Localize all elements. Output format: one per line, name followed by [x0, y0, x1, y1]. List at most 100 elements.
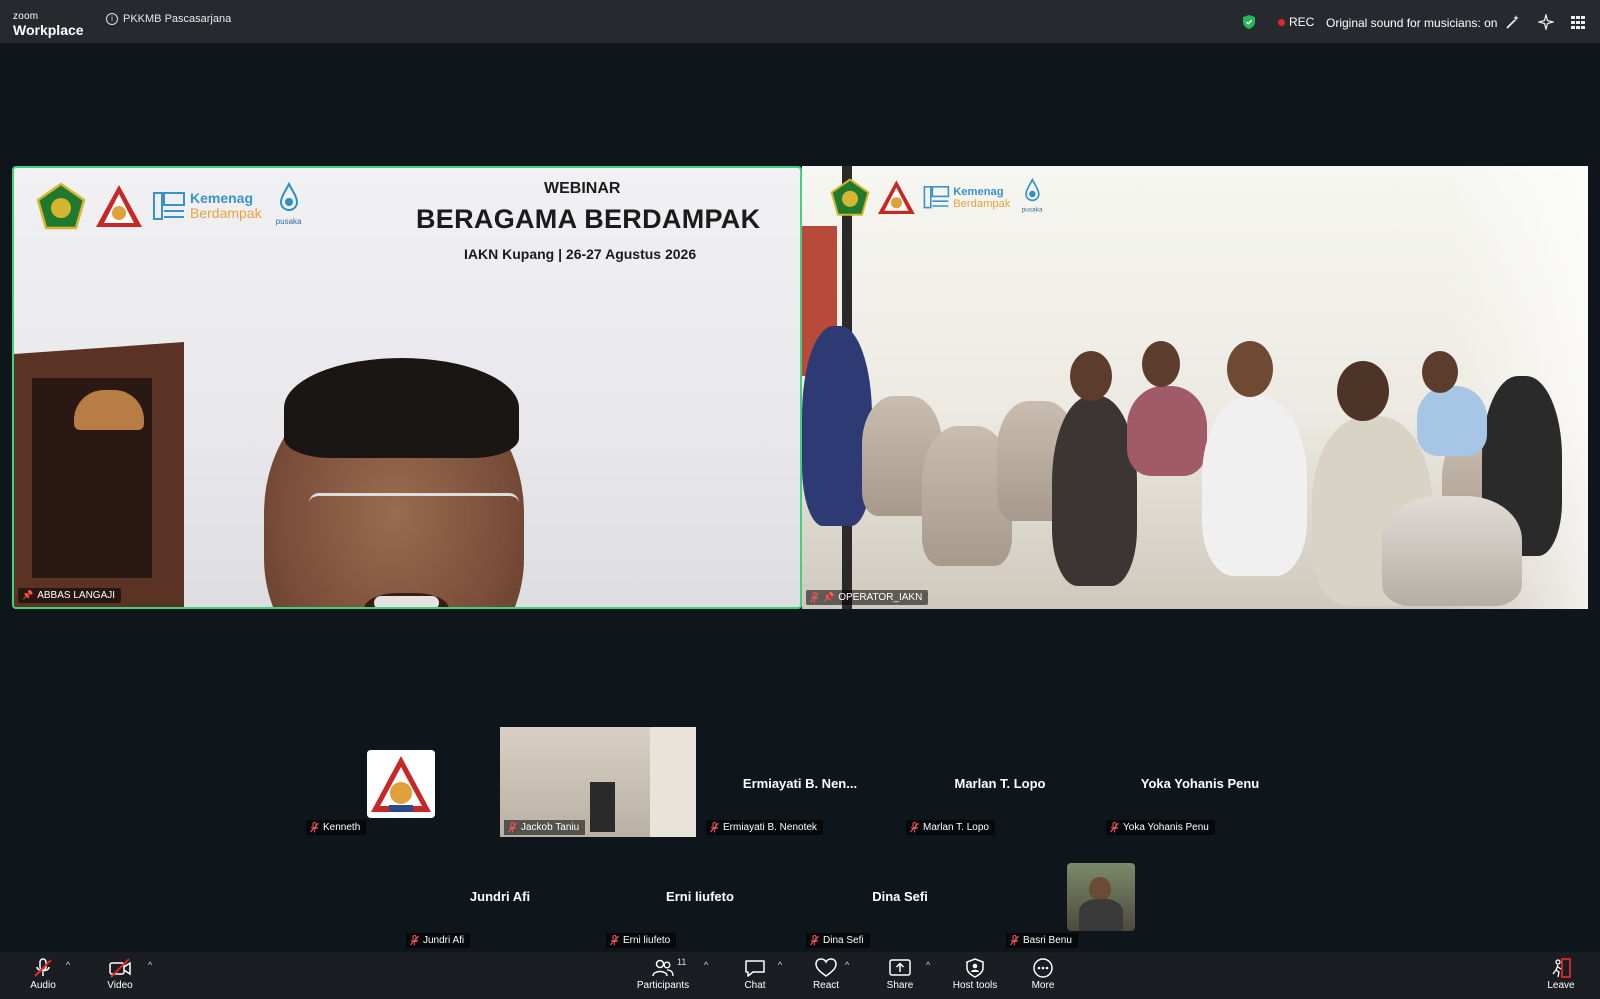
participant-name: Ermiayati B. Nenotek: [723, 822, 817, 833]
participant-tile[interactable]: Kenneth: [302, 727, 498, 837]
participant-name-label: Basri Benu: [1006, 933, 1078, 948]
video-object: [590, 782, 615, 832]
audience-head: [1422, 351, 1458, 393]
info-icon: i: [106, 13, 118, 25]
host-tools-label: Host tools: [952, 980, 998, 991]
leave-exit-icon: [1552, 958, 1571, 978]
microphone-muted-icon: [34, 958, 52, 977]
room-name: OPERATOR_IAKN: [838, 592, 923, 603]
original-sound-status[interactable]: Original sound for musicians: on: [1326, 16, 1497, 30]
participant-tile[interactable]: Jundri Afi Jundri Afi: [402, 840, 598, 950]
pusaka-text: pusaka: [275, 217, 302, 226]
banner-webinar: WEBINAR: [544, 180, 621, 197]
participant-name-label: Ermiayati B. Nenotek: [706, 820, 823, 835]
berdampak-text: Berdampak: [953, 196, 1011, 210]
rec-label: REC: [1289, 15, 1315, 29]
mic-muted-icon: [508, 822, 517, 833]
video-object: [650, 727, 696, 837]
speaker-hair: [284, 358, 519, 458]
room-virtual-logos: Kemenag Berdampak pusaka: [830, 177, 1047, 216]
encryption-shield-icon[interactable]: [1243, 15, 1255, 29]
video-options-caret-icon[interactable]: ^: [148, 960, 152, 970]
audience-head: [1227, 341, 1273, 397]
leave-label: Leave: [1547, 980, 1575, 991]
video-tile-speaker[interactable]: Kemenag Berdampak pusaka WEBINAR BERAGAM…: [12, 166, 802, 609]
mic-muted-icon: [610, 935, 619, 946]
top-bar: zoom Workplace i PKKMB Pascasarjana REC …: [0, 0, 1600, 43]
speaker-teeth: [374, 596, 439, 607]
participant-tile[interactable]: Ermiayati B. Nen... Ermiayati B. Nenotek: [702, 727, 898, 837]
host-tools-shield-icon: [966, 958, 984, 978]
participant-name: Kenneth: [323, 822, 361, 833]
share-button[interactable]: Share: [865, 958, 935, 991]
pusaka-text: pusaka: [1021, 206, 1043, 214]
participant-tile[interactable]: Jackob Taniu: [500, 727, 696, 837]
participants-icon: [652, 959, 674, 977]
zoom-meeting-window: zoom Workplace i PKKMB Pascasarjana REC …: [0, 0, 1600, 999]
room-name-label: 📌 OPERATOR_IAKN: [806, 590, 929, 605]
video-tile-room[interactable]: Kemenag Berdampak pusaka 📌 OPERATOR_IAKN: [802, 166, 1588, 609]
react-button[interactable]: React: [791, 958, 861, 991]
ai-companion-icon[interactable]: [1538, 14, 1554, 30]
audience-head: [1070, 351, 1112, 401]
pin-icon: 📌: [22, 590, 34, 600]
participant-name-label: Jundri Afi: [406, 933, 471, 948]
react-options-caret-icon[interactable]: ^: [845, 960, 849, 970]
more-button[interactable]: More: [1008, 958, 1078, 991]
mic-muted-icon: [1010, 935, 1019, 946]
chat-label: Chat: [744, 980, 766, 991]
more-label: More: [1031, 980, 1055, 991]
audience-person: [1052, 396, 1137, 586]
view-grid-icon[interactable]: [1570, 14, 1586, 30]
magic-wand-icon[interactable]: [1505, 14, 1521, 30]
speaker-glasses: [309, 493, 519, 543]
participant-tile[interactable]: Basri Benu: [1002, 840, 1198, 950]
brand-small: zoom: [13, 11, 39, 22]
pin-icon: 📌: [823, 592, 835, 602]
audience-head: [1337, 361, 1389, 421]
kemenag-logo-icon: [36, 182, 86, 230]
heart-icon: [815, 958, 837, 977]
kemenag-text: Kemenag: [190, 190, 254, 207]
video-button[interactable]: Video: [85, 958, 155, 991]
participant-tile[interactable]: Erni liufeto Erni liufeto: [602, 840, 798, 950]
meeting-title: PKKMB Pascasarjana: [123, 13, 232, 25]
participant-name: Jundri Afi: [423, 935, 465, 946]
host-tools-button[interactable]: Host tools: [940, 958, 1010, 991]
share-options-caret-icon[interactable]: ^: [926, 960, 930, 970]
participants-options-caret-icon[interactable]: ^: [704, 960, 708, 970]
recording-indicator[interactable]: REC: [1278, 15, 1314, 29]
video-label: Video: [107, 980, 133, 991]
audience-person: [1127, 386, 1207, 476]
audience-head: [1142, 341, 1180, 387]
share-screen-icon: [889, 959, 911, 976]
rec-dot-icon: [1278, 18, 1285, 26]
participant-tile[interactable]: Marlan T. Lopo Marlan T. Lopo: [902, 727, 1098, 837]
audio-options-caret-icon[interactable]: ^: [66, 960, 70, 970]
mic-muted-icon: [1110, 822, 1119, 833]
participant-tile[interactable]: Dina Sefi Dina Sefi: [802, 840, 998, 950]
leave-button[interactable]: Leave: [1526, 958, 1596, 991]
participant-display-name: Ermiayati B. Nen...: [742, 776, 858, 791]
virtual-background-logos: Kemenag Berdampak pusaka: [36, 181, 308, 230]
avatar: [1067, 863, 1135, 931]
participant-name-label: Yoka Yohanis Penu: [1106, 820, 1215, 835]
mic-muted-icon: [310, 822, 319, 833]
participant-name-label: Marlan T. Lopo: [906, 820, 995, 835]
participants-button[interactable]: Participants: [628, 958, 698, 991]
chat-options-caret-icon[interactable]: ^: [778, 960, 782, 970]
meeting-info-button[interactable]: i PKKMB Pascasarjana: [106, 13, 231, 25]
video-camera-off-icon: [109, 958, 131, 978]
audience-person: [1417, 386, 1487, 456]
pusaka-drop-icon: [1024, 177, 1040, 202]
berdampak-mark-icon: [923, 186, 950, 209]
iakn-triangle-logo-icon: [96, 185, 142, 227]
participant-tile[interactable]: Yoka Yohanis Penu Yoka Yohanis Penu: [1102, 727, 1298, 837]
react-label: React: [812, 980, 840, 991]
audience-person: [1202, 396, 1307, 576]
participant-name: Marlan T. Lopo: [923, 822, 989, 833]
more-dots-icon: [1033, 958, 1053, 978]
speaker-name: ABBAS LANGAJI: [37, 590, 116, 601]
participant-name-label: Jackob Taniu: [504, 820, 586, 835]
chat-bubble-icon: [745, 960, 765, 977]
